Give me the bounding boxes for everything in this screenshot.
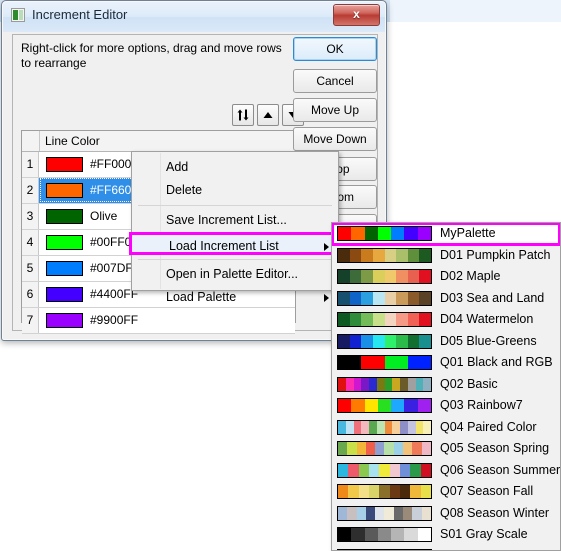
palette-swatch bbox=[337, 527, 432, 542]
palette-label: S01 Gray Scale bbox=[440, 527, 528, 541]
palette-item-q06-season-summer[interactable]: Q06 Season Summer bbox=[332, 460, 560, 482]
palette-label: Q07 Season Fall bbox=[440, 484, 534, 498]
color-swatch[interactable] bbox=[46, 209, 83, 224]
palette-swatch bbox=[337, 355, 432, 370]
palette-swatch bbox=[337, 226, 432, 241]
palette-label: D01 Pumpkin Patch bbox=[440, 247, 551, 262]
palette-swatch bbox=[337, 290, 432, 306]
palette-item-d01-pumpkin-patch[interactable]: D01 Pumpkin Patch bbox=[332, 245, 560, 267]
palette-item-q02-basic[interactable]: Q02 Basic bbox=[332, 374, 560, 396]
palette-label: Q02 Basic bbox=[440, 376, 498, 391]
palette-swatch bbox=[337, 441, 432, 456]
color-swatch[interactable] bbox=[46, 287, 83, 302]
palette-item-q01-black-and-rgb[interactable]: Q01 Black and RGB bbox=[332, 352, 560, 374]
palette-item-q07-season-fall[interactable]: Q07 Season Fall bbox=[332, 481, 560, 503]
column-header-line-color: Line Color bbox=[45, 134, 100, 148]
menu-item-add[interactable]: Add bbox=[132, 156, 338, 178]
palette-label: Q08 Season Winter bbox=[440, 505, 550, 520]
row-number: 2 bbox=[22, 178, 39, 203]
menu-item-load-palette[interactable]: Load Palette bbox=[132, 286, 338, 308]
color-label: Olive bbox=[90, 209, 118, 223]
palette-swatch bbox=[337, 505, 432, 521]
menu-item-label: Save Increment List... bbox=[166, 213, 287, 227]
palette-label: Q04 Paired Color bbox=[440, 419, 537, 434]
color-swatch[interactable] bbox=[46, 157, 83, 172]
row-number: 6 bbox=[22, 282, 39, 307]
submenu-arrow-icon bbox=[324, 294, 329, 302]
button-ok[interactable]: OK bbox=[293, 37, 377, 61]
row-number: 1 bbox=[22, 152, 39, 177]
table-row[interactable]: 7 #9900FF bbox=[22, 308, 295, 334]
palette-swatch bbox=[337, 398, 432, 413]
palette-label: Q03 Rainbow7 bbox=[440, 398, 523, 412]
increment-editor-icon bbox=[11, 8, 25, 22]
palette-label: Q01 Black and RGB bbox=[440, 355, 553, 369]
palette-swatch bbox=[337, 484, 432, 499]
palette-label: Q06 Season Summer bbox=[440, 462, 561, 477]
palette-swatch bbox=[337, 376, 432, 392]
palette-label: D04 Watermelon bbox=[440, 312, 534, 326]
menu-item-open-in-palette-editor[interactable]: Open in Palette Editor... bbox=[132, 263, 338, 285]
palette-item-s02-cyan[interactable]: S02 Cyan bbox=[332, 546, 560, 551]
menu-item-load-increment-list[interactable]: Load Increment List bbox=[129, 232, 341, 255]
button-move-down[interactable]: Move Down bbox=[293, 127, 377, 151]
row-number: 4 bbox=[22, 230, 39, 255]
hint-text: Right-click for more options, drag and m… bbox=[21, 41, 282, 70]
palette-item-d03-sea-and-land[interactable]: D03 Sea and Land bbox=[332, 288, 560, 310]
palette-label: D02 Maple bbox=[440, 269, 501, 283]
palette-swatch bbox=[337, 462, 432, 478]
color-swatch[interactable] bbox=[46, 313, 83, 328]
menu-separator bbox=[138, 205, 332, 206]
palette-item-d04-watermelon[interactable]: D04 Watermelon bbox=[332, 309, 560, 331]
palette-label: D03 Sea and Land bbox=[440, 290, 545, 305]
close-button[interactable]: x bbox=[333, 4, 380, 26]
palette-swatch bbox=[337, 419, 432, 435]
palette-label: MyPalette bbox=[440, 226, 496, 240]
submenu-arrow-icon bbox=[324, 243, 329, 251]
palette-item-q03-rainbow7[interactable]: Q03 Rainbow7 bbox=[332, 395, 560, 417]
titlebar: Increment Editor x bbox=[2, 1, 386, 31]
sort-toggle-icon[interactable] bbox=[232, 104, 254, 126]
palette-item-q05-season-spring[interactable]: Q05 Season Spring bbox=[332, 438, 560, 460]
palette-item-s01-gray-scale[interactable]: S01 Gray Scale bbox=[332, 524, 560, 546]
palette-submenu-items: MyPalette D01 Pumpkin Patch D02 Maple D03 S… bbox=[332, 223, 560, 551]
menu-item-label: Delete bbox=[166, 183, 203, 197]
palette-swatch bbox=[337, 247, 432, 263]
row-number: 3 bbox=[22, 204, 39, 229]
palette-submenu: MyPalette D01 Pumpkin Patch D02 Maple D03 S… bbox=[331, 222, 561, 551]
button-move-up[interactable]: Move Up bbox=[293, 98, 377, 122]
window-title: Increment Editor bbox=[32, 7, 128, 22]
palette-item-mypalette[interactable]: MyPalette bbox=[332, 223, 560, 246]
close-icon: x bbox=[353, 7, 360, 21]
row-number: 7 bbox=[22, 308, 39, 333]
palette-label: D05 Blue-Greens bbox=[440, 333, 537, 348]
palette-label: S02 Cyan bbox=[440, 548, 495, 551]
color-swatch[interactable] bbox=[46, 235, 83, 250]
palette-swatch bbox=[337, 333, 432, 349]
palette-item-q04-paired-color[interactable]: Q04 Paired Color bbox=[332, 417, 560, 439]
menu-item-label: Open in Palette Editor... bbox=[166, 267, 299, 281]
table-header: Line Color bbox=[22, 131, 295, 152]
context-menu: Add Delete Save Increment List... Load Incr… bbox=[129, 151, 341, 304]
menu-item-delete[interactable]: Delete bbox=[132, 179, 338, 201]
menu-item-label: Load Increment List bbox=[169, 239, 279, 253]
menu-item-label: Load Palette bbox=[166, 290, 237, 304]
palette-swatch bbox=[337, 269, 432, 284]
backdrop-right-panel bbox=[390, 0, 561, 22]
palette-item-d05-blue-greens[interactable]: D05 Blue-Greens bbox=[332, 331, 560, 353]
palette-item-q08-season-winter[interactable]: Q08 Season Winter bbox=[332, 503, 560, 525]
color-swatch[interactable] bbox=[46, 183, 83, 198]
palette-item-d02-maple[interactable]: D02 Maple bbox=[332, 266, 560, 288]
button-cancel[interactable]: Cancel bbox=[293, 69, 377, 93]
menu-item-save-increment-list[interactable]: Save Increment List... bbox=[132, 209, 338, 231]
menu-item-label: Add bbox=[166, 160, 189, 174]
row-number: 5 bbox=[22, 256, 39, 281]
palette-swatch bbox=[337, 312, 432, 327]
table-header-corner bbox=[22, 131, 40, 151]
move-up-icon[interactable] bbox=[257, 104, 279, 126]
palette-label: Q05 Season Spring bbox=[440, 441, 550, 455]
color-label: #9900FF bbox=[90, 313, 139, 327]
color-swatch[interactable] bbox=[46, 261, 83, 276]
menu-separator bbox=[138, 259, 332, 260]
